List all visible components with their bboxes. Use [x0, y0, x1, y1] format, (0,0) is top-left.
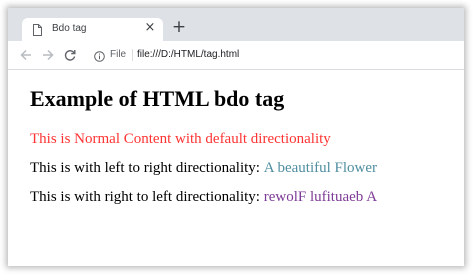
rtl-prefix: This is with right to left directionalit…	[30, 189, 264, 205]
close-icon[interactable]: ×	[143, 21, 157, 35]
url-divider	[132, 49, 133, 61]
browser-window: Bdo tag × + File file:///D:/HTML/tag.htm…	[8, 8, 464, 266]
tab-title: Bdo tag	[52, 23, 87, 34]
toolbar: File file:///D:/HTML/tag.html	[8, 41, 464, 70]
rtl-paragraph: This is with right to left directionalit…	[30, 189, 377, 206]
ltr-paragraph: This is with left to right directionalit…	[30, 160, 377, 177]
arrow-right-icon[interactable]	[39, 46, 57, 64]
scheme-label: File	[110, 49, 127, 60]
new-tab-icon[interactable]: +	[170, 18, 188, 36]
reload-icon[interactable]	[61, 46, 79, 64]
tab-bdo-tag[interactable]: Bdo tag ×	[22, 18, 163, 41]
info-icon[interactable]	[94, 49, 105, 62]
normal-paragraph: This is Normal Content with default dire…	[30, 131, 331, 147]
arrow-left-icon[interactable]	[17, 46, 35, 64]
page-icon	[32, 23, 43, 36]
address-bar[interactable]: file:///D:/HTML/tag.html	[137, 49, 239, 60]
page-content: Example of HTML bdo tag This is Normal C…	[8, 70, 464, 266]
page-heading: Example of HTML bdo tag	[30, 86, 285, 111]
ltr-bdo-text: A beautiful Flower	[263, 160, 378, 176]
ltr-prefix: This is with left to right directionalit…	[30, 160, 264, 176]
rtl-bdo-text: A beautiful Flower	[263, 189, 378, 205]
tab-strip: Bdo tag × +	[8, 8, 464, 41]
